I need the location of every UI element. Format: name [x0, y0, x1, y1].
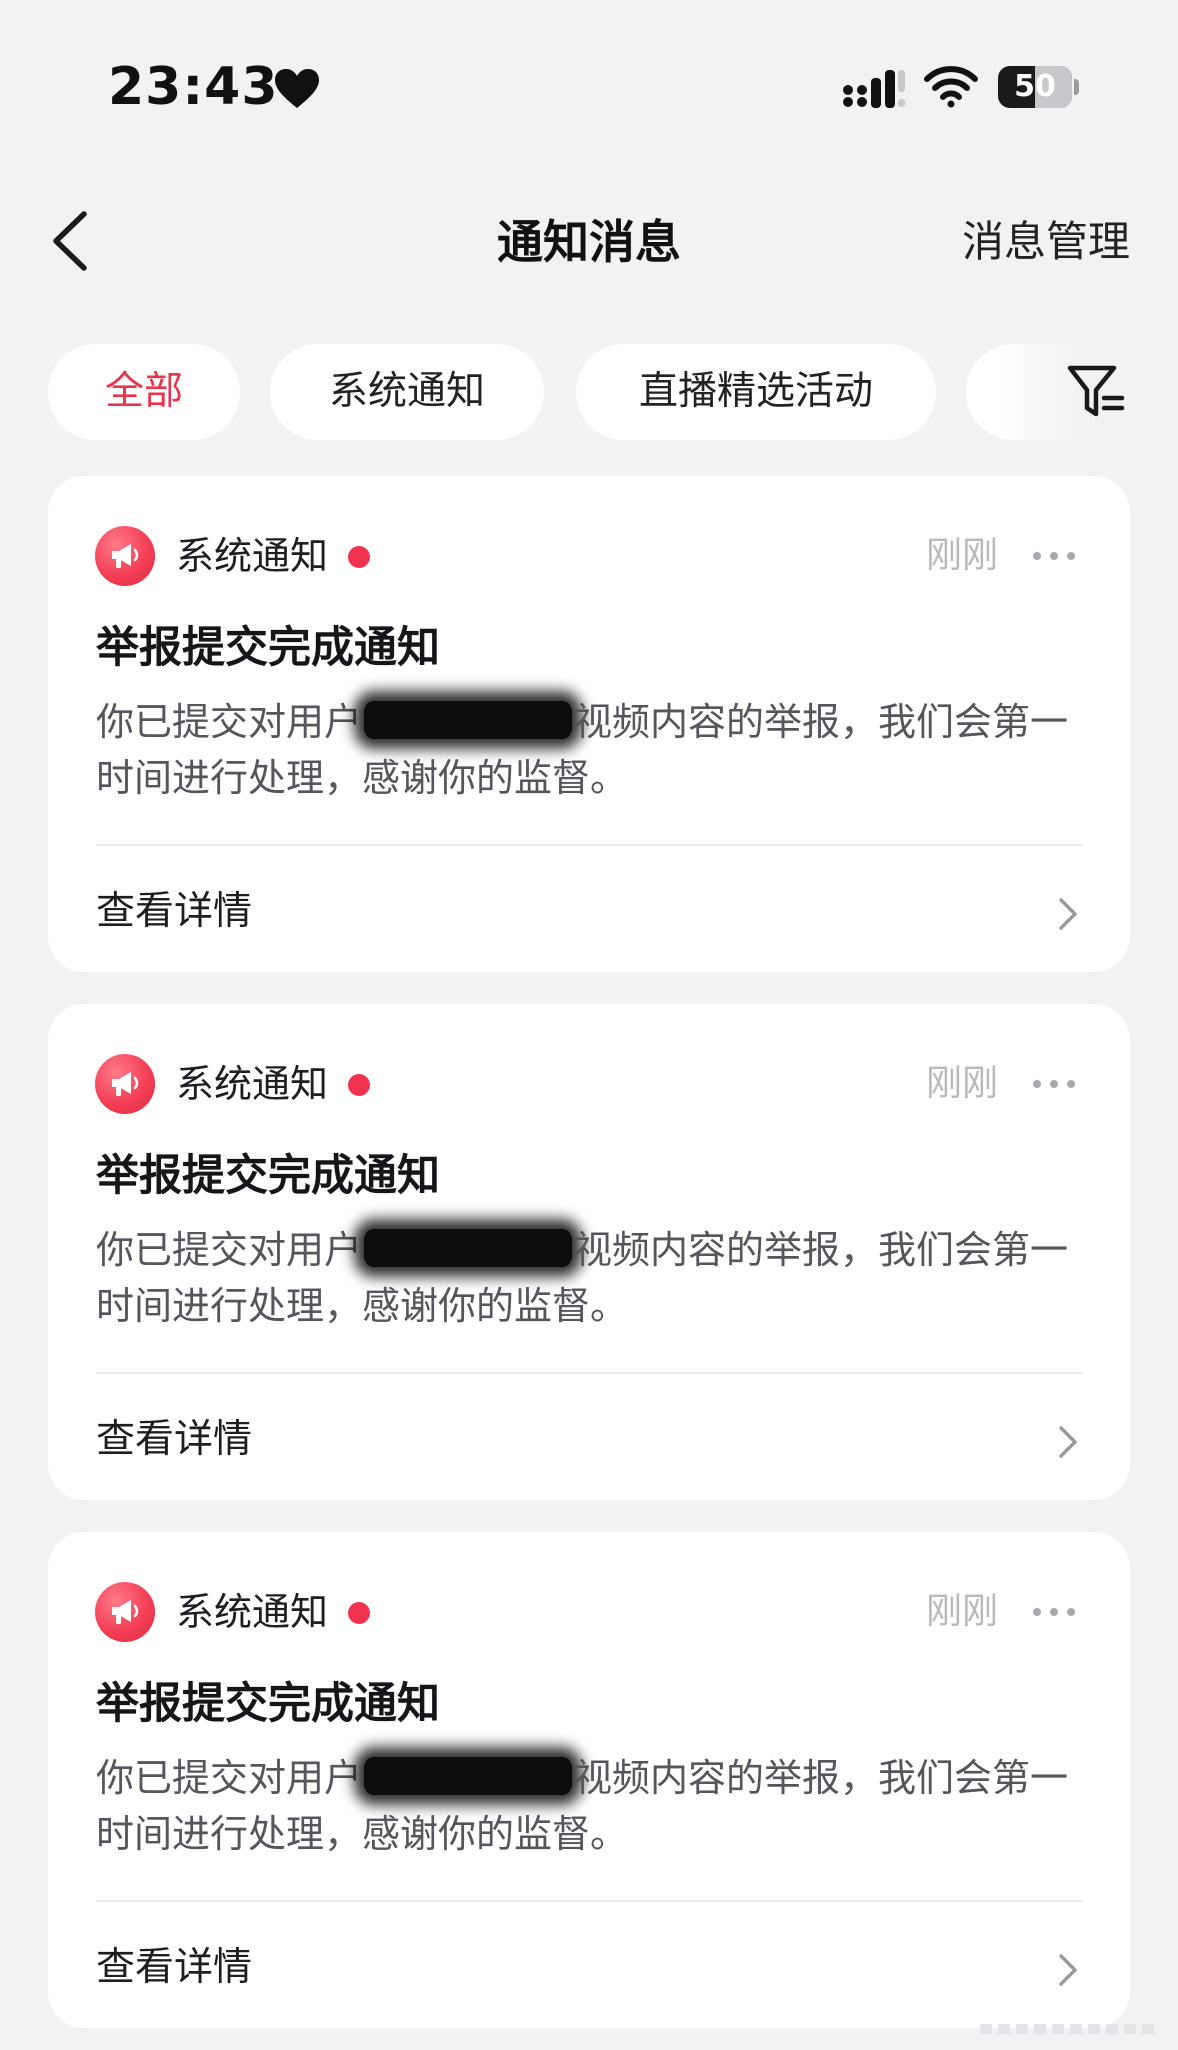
notification-source: 系统通知	[176, 534, 329, 578]
megaphone-icon	[95, 1582, 155, 1642]
megaphone-icon	[95, 1054, 155, 1114]
body-prefix: 你已提交对用户	[96, 1756, 363, 1800]
tab-all[interactable]: 全部	[48, 344, 240, 440]
more-dots-icon[interactable]	[1030, 1594, 1078, 1630]
filter-icon[interactable]	[1066, 362, 1126, 422]
card-divider	[96, 1900, 1082, 1902]
view-details-link[interactable]: 查看详情	[96, 882, 252, 942]
megaphone-icon	[95, 526, 155, 586]
battery-indicator: 50	[998, 66, 1079, 108]
redacted-username	[364, 1757, 573, 1795]
category-tabs: 全部 系统通知 直播精选活动	[48, 344, 1078, 440]
notification-card[interactable]: 系统通知 刚刚 举报提交完成通知 你已提交对用户 视频内容的举报，我们会第一时间进…	[48, 1532, 1130, 2028]
chevron-right-icon[interactable]	[1056, 1952, 1080, 1988]
battery-nub	[1074, 79, 1079, 95]
message-management-button[interactable]: 消息管理	[962, 212, 1130, 272]
tab-overflow[interactable]	[966, 344, 1078, 440]
unread-dot	[348, 1074, 370, 1096]
tab-live-activities[interactable]: 直播精选活动	[576, 344, 936, 440]
status-time: 23:43	[108, 57, 279, 117]
chevron-right-icon[interactable]	[1056, 896, 1080, 932]
body-prefix: 你已提交对用户	[96, 1228, 363, 1272]
notification-source: 系统通知	[176, 1590, 329, 1634]
notification-time: 刚刚	[926, 1063, 999, 1104]
card-divider	[96, 844, 1082, 846]
card-divider	[96, 1372, 1082, 1374]
unread-dot	[348, 1602, 370, 1624]
notification-time: 刚刚	[926, 535, 999, 576]
notification-title: 举报提交完成通知	[96, 623, 440, 673]
notification-body: 你已提交对用户 视频内容的举报，我们会第一时间进行处理，感谢你的监督。	[96, 1750, 1096, 1862]
notification-title: 举报提交完成通知	[96, 1679, 440, 1729]
more-dots-icon[interactable]	[1030, 1066, 1078, 1102]
battery-body: 50	[998, 66, 1072, 108]
heart-icon	[275, 69, 319, 108]
unread-dot	[348, 546, 370, 568]
tab-system-notice[interactable]: 系统通知	[270, 344, 544, 440]
notification-card[interactable]: 系统通知 刚刚 举报提交完成通知 你已提交对用户 视频内容的举报，我们会第一时间进…	[48, 476, 1130, 972]
signal-icon	[843, 70, 906, 108]
view-details-link[interactable]: 查看详情	[96, 1938, 252, 1998]
chevron-right-icon[interactable]	[1056, 1424, 1080, 1460]
notification-body: 你已提交对用户 视频内容的举报，我们会第一时间进行处理，感谢你的监督。	[96, 694, 1096, 806]
view-details-link[interactable]: 查看详情	[96, 1410, 252, 1470]
watermark-dots	[980, 2024, 1154, 2034]
notification-title: 举报提交完成通知	[96, 1151, 440, 1201]
more-dots-icon[interactable]	[1030, 538, 1078, 574]
notification-card[interactable]: 系统通知 刚刚 举报提交完成通知 你已提交对用户 视频内容的举报，我们会第一时间进…	[48, 1004, 1130, 1500]
battery-level: 50	[1014, 69, 1056, 104]
redacted-username	[364, 1229, 573, 1267]
status-bar: 23:43 50	[0, 0, 1178, 170]
notification-body: 你已提交对用户 视频内容的举报，我们会第一时间进行处理，感谢你的监督。	[96, 1222, 1096, 1334]
wifi-icon	[924, 66, 978, 108]
redacted-username	[364, 701, 573, 739]
notification-source: 系统通知	[176, 1062, 329, 1106]
notification-time: 刚刚	[926, 1591, 999, 1632]
body-prefix: 你已提交对用户	[96, 700, 363, 744]
